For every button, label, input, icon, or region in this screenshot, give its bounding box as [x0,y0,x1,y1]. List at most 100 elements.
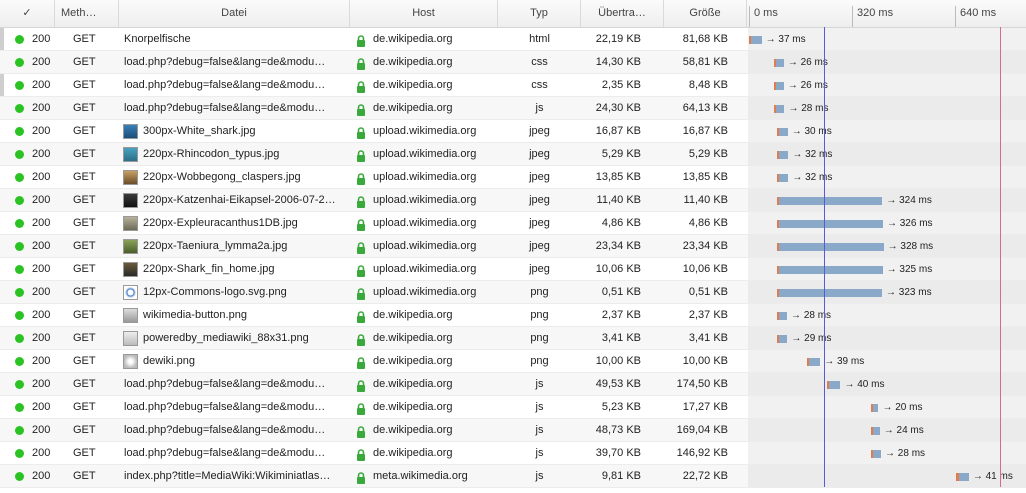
status-code: 200 [32,240,51,252]
timing-bar-receiving [778,151,789,159]
request-row[interactable]: 200 GET load.php?debug=false&lang=de&modu…… [0,373,1026,396]
request-file[interactable]: load.php?debug=false&lang=de&modu… [124,51,347,73]
status-code: 200 [32,217,51,229]
timing-label: → 29 ms [791,333,832,344]
column-header-host[interactable]: Host [350,0,498,27]
request-size: 146,92 KB [676,447,728,459]
timing-label: → 323 ms [886,287,932,298]
request-transferred: 0,51 KB [601,286,641,298]
timing-bar-receiving [778,312,788,320]
timing-bar-receiving [778,220,883,228]
request-method: GET [73,378,96,390]
request-file[interactable]: 12px-Commons-logo.svg.png [143,281,347,303]
timing-label: → 20 ms [882,402,923,413]
request-row[interactable]: 200 GET 220px-Rhincodon_typus.jpg upload.wi… [0,143,1026,166]
request-file[interactable]: 220px-Taeniura_lymma2a.jpg [143,235,347,257]
column-header-bar: ✓ Meth… Datei Host Typ Übertra… Größe 0 … [0,0,1026,28]
image-thumbnail-icon [123,354,138,369]
lock-icon [356,401,366,415]
request-file[interactable]: dewiki.png [143,350,347,372]
image-thumbnail-icon [123,285,138,300]
request-file[interactable]: wikimedia-button.png [143,304,347,326]
request-size: 22,72 KB [682,470,728,482]
request-file[interactable]: load.php?debug=false&lang=de&modu… [124,396,347,418]
request-host: de.wikipedia.org [373,102,453,114]
request-host: de.wikipedia.org [373,33,453,45]
timeline-tick [749,6,750,27]
request-type: png [530,309,549,321]
request-size: 0,51 KB [688,286,728,298]
timeline-tick-label[interactable]: 0 ms [754,0,778,27]
request-row[interactable]: 200 GET 220px-Taeniura_lymma2a.jpg upload.w… [0,235,1026,258]
request-row[interactable]: 200 GET load.php?debug=false&lang=de&modu…… [0,74,1026,97]
status-code: 200 [32,125,51,137]
request-size: 10,00 KB [682,355,728,367]
request-row[interactable]: 200 GET 12px-Commons-logo.svg.png upload.wi… [0,281,1026,304]
request-file[interactable]: load.php?debug=false&lang=de&modu… [124,97,347,119]
request-file[interactable]: poweredby_mediawiki_88x31.png [143,327,347,349]
request-file[interactable]: 220px-Expleuracanthus1DB.jpg [143,212,347,234]
request-row[interactable]: 200 GET wikimedia-button.png de.wikipedia.o… [0,304,1026,327]
request-file[interactable]: load.php?debug=false&lang=de&modu… [124,442,347,464]
image-thumbnail-icon [123,193,138,208]
request-type: jpeg [529,263,550,275]
request-method: GET [73,125,96,137]
column-header-type[interactable]: Typ [498,0,581,27]
request-transferred: 9,81 KB [601,470,641,482]
timing-label: → 324 ms [886,195,932,206]
column-header-size[interactable]: Größe [664,0,747,27]
request-file[interactable]: index.php?title=MediaWiki:Wikiminiatlas… [124,465,347,487]
timing-label: → 40 ms [844,379,885,390]
request-row[interactable]: 200 GET Knorpelfische de.wikipedia.org html 2… [0,28,1026,51]
request-row[interactable]: 200 GET 300px-White_shark.jpg upload.wikime… [0,120,1026,143]
lock-icon [356,286,366,300]
column-header-method[interactable]: Meth… [55,0,119,27]
waterfall-cell [748,304,1026,326]
request-row[interactable]: 200 GET load.php?debug=false&lang=de&modu…… [0,51,1026,74]
request-row[interactable]: 200 GET load.php?debug=false&lang=de&modu…… [0,396,1026,419]
timing-label: → 328 ms [887,241,934,252]
request-type: png [530,332,549,344]
request-row[interactable]: 200 GET dewiki.png de.wikipedia.org png 10,00… [0,350,1026,373]
request-row[interactable]: 200 GET 220px-Shark_fin_home.jpg upload.wik… [0,258,1026,281]
request-type: jpeg [529,194,550,206]
timing-label: → 28 ms [788,103,829,114]
timing-label: → 32 ms [792,172,833,183]
request-type: js [535,470,544,482]
request-file[interactable]: load.php?debug=false&lang=de&modu… [124,373,347,395]
request-file[interactable]: 220px-Rhincodon_typus.jpg [143,143,347,165]
request-file[interactable]: load.php?debug=false&lang=de&modu… [124,419,347,441]
lock-icon [356,79,366,93]
request-row[interactable]: 200 GET 220px-Katzenhai-Eikapsel-2006-07-2… [0,189,1026,212]
request-row[interactable]: 200 GET poweredby_mediawiki_88x31.png de.wi… [0,327,1026,350]
request-row[interactable]: 200 GET index.php?title=MediaWiki:Wikimini… [0,465,1026,488]
request-host: de.wikipedia.org [373,378,453,390]
column-header-file[interactable]: Datei [119,0,350,27]
request-row[interactable]: 200 GET 220px-Expleuracanthus1DB.jpg upload… [0,212,1026,235]
request-method: GET [73,217,96,229]
request-file[interactable]: 220px-Shark_fin_home.jpg [143,258,347,280]
column-header-transferred[interactable]: Übertra… [581,0,664,27]
timing-bar-receiving [872,427,880,435]
request-host: meta.wikimedia.org [373,470,468,482]
image-thumbnail-icon [123,262,138,277]
timing-label: → 326 ms [886,218,933,229]
request-file[interactable]: 300px-White_shark.jpg [143,120,347,142]
timing-bar-receiving [778,197,883,205]
status-ok-icon [15,403,24,412]
image-thumbnail-icon [123,308,138,323]
request-row[interactable]: 200 GET 220px-Wobbegong_claspers.jpg upload… [0,166,1026,189]
request-row[interactable]: 200 GET load.php?debug=false&lang=de&modu…… [0,419,1026,442]
status-ok-icon [15,265,24,274]
status-code: 200 [32,286,51,298]
request-row[interactable]: 200 GET load.php?debug=false&lang=de&modu…… [0,97,1026,120]
column-header-status[interactable]: ✓ [0,0,55,27]
request-host: upload.wikimedia.org [373,171,477,183]
request-file[interactable]: 220px-Katzenhai-Eikapsel-2006-07-2… [143,189,347,211]
request-file[interactable]: 220px-Wobbegong_claspers.jpg [143,166,347,188]
request-file[interactable]: Knorpelfische [124,28,347,50]
request-file[interactable]: load.php?debug=false&lang=de&modu… [124,74,347,96]
request-row[interactable]: 200 GET load.php?debug=false&lang=de&modu…… [0,442,1026,465]
request-host: upload.wikimedia.org [373,240,477,252]
timing-bar-receiving [751,36,762,44]
